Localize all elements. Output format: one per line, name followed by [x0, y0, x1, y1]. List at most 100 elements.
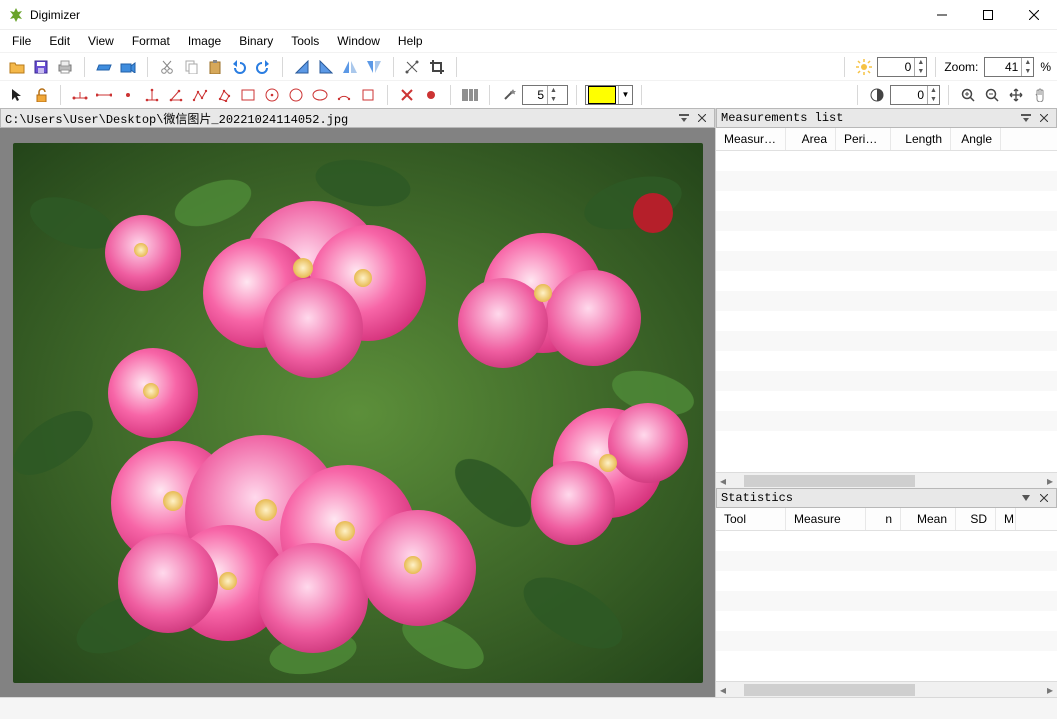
- brightness-up[interactable]: ▲: [914, 58, 926, 67]
- flip-vertical-icon[interactable]: [363, 56, 385, 78]
- brightness-spinbox[interactable]: ▲▼: [877, 57, 927, 77]
- arc-tool-icon[interactable]: [333, 84, 355, 106]
- statistics-col-m[interactable]: M: [996, 508, 1016, 530]
- camera-icon[interactable]: [117, 56, 139, 78]
- zoom-in-icon[interactable]: [957, 84, 979, 106]
- statistics-panel-close-icon[interactable]: [1036, 490, 1052, 506]
- window-close-button[interactable]: [1011, 0, 1057, 30]
- measurements-col-area[interactable]: Area: [786, 128, 836, 150]
- contrast-input[interactable]: [891, 88, 927, 102]
- rotate-right-icon[interactable]: [315, 56, 337, 78]
- zoom-up[interactable]: ▲: [1021, 58, 1033, 67]
- statistics-col-n[interactable]: n: [866, 508, 901, 530]
- menu-tools[interactable]: Tools: [283, 32, 327, 50]
- menu-bar: File Edit View Format Image Binary Tools…: [0, 30, 1057, 52]
- save-icon[interactable]: [30, 56, 52, 78]
- menu-view[interactable]: View: [80, 32, 122, 50]
- image-panel-close-icon[interactable]: [694, 110, 710, 126]
- menu-window[interactable]: Window: [329, 32, 388, 50]
- pan-move-icon[interactable]: [1005, 84, 1027, 106]
- measurements-panel-menu-icon[interactable]: [1018, 110, 1034, 126]
- brightness-input[interactable]: [878, 60, 914, 74]
- image-viewport[interactable]: [0, 128, 715, 697]
- rectangle-tool-icon[interactable]: [237, 84, 259, 106]
- measurements-panel-close-icon[interactable]: [1036, 110, 1052, 126]
- brightness-icon[interactable]: [853, 56, 875, 78]
- copy-icon[interactable]: [180, 56, 202, 78]
- circle-tool-icon[interactable]: [285, 84, 307, 106]
- right-sidebar: Measurements list Measure… Area Perim… L…: [716, 108, 1057, 697]
- measurements-col-length[interactable]: Length: [891, 128, 951, 150]
- point-marker-icon[interactable]: [420, 84, 442, 106]
- statistics-body: [716, 531, 1057, 671]
- zoom-spinbox[interactable]: ▲▼: [984, 57, 1034, 77]
- image-path-label: C:\Users\User\Desktop\微信图片_2022102411405…: [5, 110, 348, 127]
- menu-image[interactable]: Image: [180, 32, 229, 50]
- zoom-input[interactable]: [985, 60, 1021, 74]
- color-swatch-preview: [588, 86, 616, 104]
- paste-icon[interactable]: [204, 56, 226, 78]
- crop-icon[interactable]: [426, 56, 448, 78]
- measurements-table[interactable]: Measure… Area Perim… Length Angle: [716, 128, 1057, 472]
- undo-icon[interactable]: [228, 56, 250, 78]
- measurements-col-perim[interactable]: Perim…: [836, 128, 891, 150]
- measurements-body: [716, 151, 1057, 451]
- wand-tolerance-spinbox[interactable]: ▲▼: [522, 85, 568, 105]
- image-path-header: C:\Users\User\Desktop\微信图片_2022102411405…: [0, 108, 715, 128]
- marker-tool-icon[interactable]: [117, 84, 139, 106]
- scanner-icon[interactable]: [93, 56, 115, 78]
- measurements-col-angle[interactable]: Angle: [951, 128, 1001, 150]
- window-minimize-button[interactable]: [919, 0, 965, 30]
- menu-format[interactable]: Format: [124, 32, 178, 50]
- color-swatch-dropdown[interactable]: ▼: [618, 86, 632, 104]
- magic-wand-icon[interactable]: [498, 84, 520, 106]
- statistics-hscrollbar[interactable]: ◂ ▸: [716, 681, 1057, 697]
- closed-path-tool-icon[interactable]: [213, 84, 235, 106]
- wand-tolerance-input[interactable]: [523, 88, 547, 102]
- menu-help[interactable]: Help: [390, 32, 431, 50]
- statistics-col-measure[interactable]: Measure: [786, 508, 866, 530]
- window-maximize-button[interactable]: [965, 0, 1011, 30]
- statistics-col-mean[interactable]: Mean: [901, 508, 956, 530]
- app-title: Digimizer: [30, 8, 80, 22]
- free-rotate-icon[interactable]: [402, 56, 424, 78]
- pointer-tool-icon[interactable]: [6, 84, 28, 106]
- zoom-suffix: %: [1040, 60, 1051, 74]
- square-tool-icon[interactable]: [357, 84, 379, 106]
- contrast-icon[interactable]: [866, 84, 888, 106]
- circle-center-tool-icon[interactable]: [261, 84, 283, 106]
- unlock-icon[interactable]: [30, 84, 52, 106]
- image-panel-menu-icon[interactable]: [676, 110, 692, 126]
- zoom-out-icon[interactable]: [981, 84, 1003, 106]
- measurements-hscrollbar[interactable]: ◂ ▸: [716, 472, 1057, 488]
- measurements-col-measure[interactable]: Measure…: [716, 128, 786, 150]
- statistics-col-tool[interactable]: Tool: [716, 508, 786, 530]
- menu-file[interactable]: File: [4, 32, 39, 50]
- menu-binary[interactable]: Binary: [231, 32, 281, 50]
- menu-edit[interactable]: Edit: [41, 32, 78, 50]
- hand-tool-icon[interactable]: [1029, 84, 1051, 106]
- redo-icon[interactable]: [252, 56, 274, 78]
- flip-horizontal-icon[interactable]: [339, 56, 361, 78]
- statistics-table[interactable]: Tool Measure n Mean SD M: [716, 508, 1057, 681]
- unit-tool-icon[interactable]: [69, 84, 91, 106]
- cut-icon[interactable]: [156, 56, 178, 78]
- brightness-down[interactable]: ▼: [914, 67, 926, 76]
- print-icon[interactable]: [54, 56, 76, 78]
- rotate-left-icon[interactable]: [291, 56, 313, 78]
- main-area: C:\Users\User\Desktop\微信图片_2022102411405…: [0, 108, 1057, 697]
- contrast-spinbox[interactable]: ▲▼: [890, 85, 940, 105]
- barcode-icon[interactable]: [459, 84, 481, 106]
- angle-tool-icon[interactable]: [165, 84, 187, 106]
- measurements-panel-title: Measurements list: [721, 111, 843, 125]
- zoom-down[interactable]: ▼: [1021, 67, 1033, 76]
- ellipse-tool-icon[interactable]: [309, 84, 331, 106]
- statistics-panel-menu-icon[interactable]: [1018, 490, 1034, 506]
- delete-marker-icon[interactable]: [396, 84, 418, 106]
- path-tool-icon[interactable]: [189, 84, 211, 106]
- perpendicular-tool-icon[interactable]: [141, 84, 163, 106]
- length-tool-icon[interactable]: [93, 84, 115, 106]
- open-file-icon[interactable]: [6, 56, 28, 78]
- color-swatch[interactable]: ▼: [585, 85, 633, 105]
- statistics-col-sd[interactable]: SD: [956, 508, 996, 530]
